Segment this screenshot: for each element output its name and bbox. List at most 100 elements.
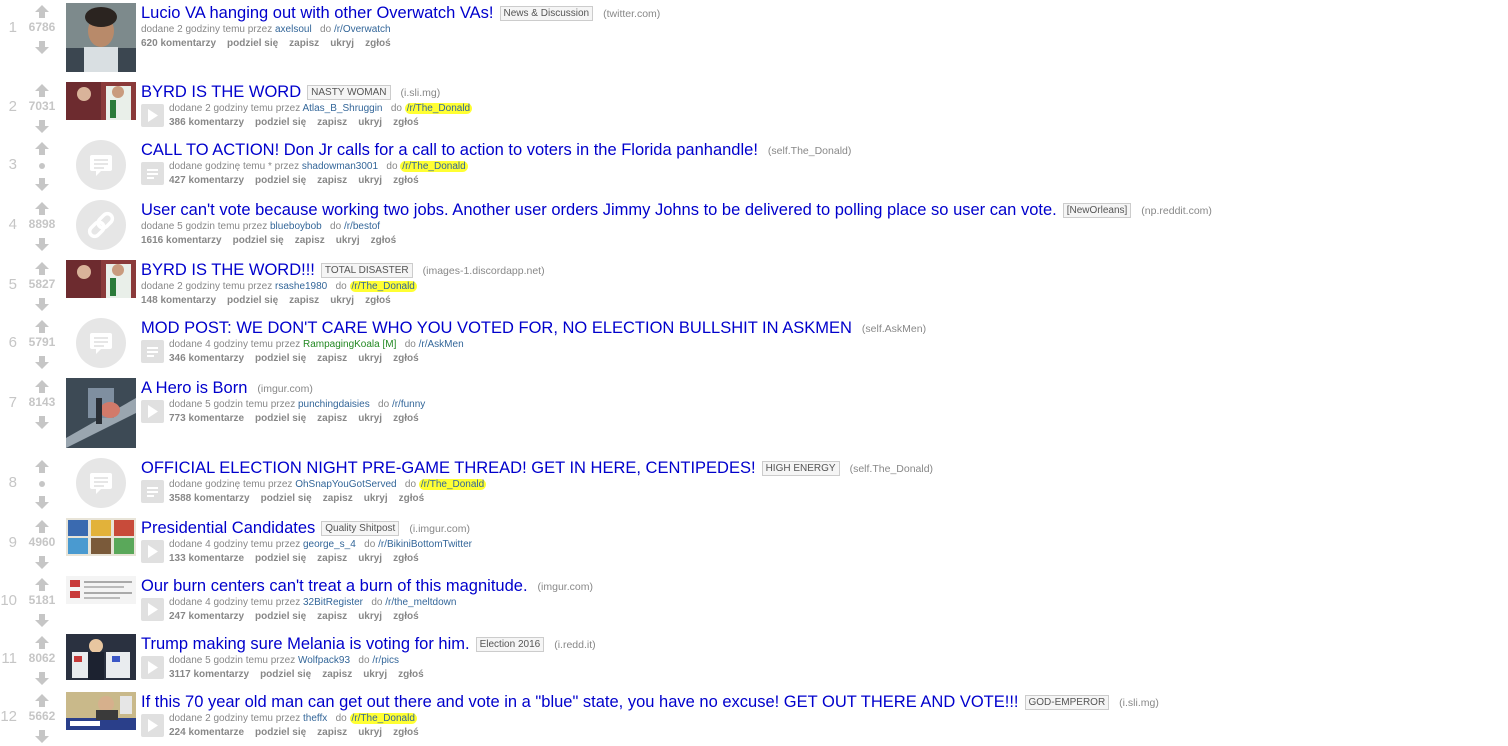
hide-button[interactable]: ukryj: [358, 353, 382, 364]
save-button[interactable]: zapisz: [317, 727, 347, 738]
hide-button[interactable]: ukryj: [358, 117, 382, 128]
share-button[interactable]: podziel się: [255, 353, 306, 364]
post-domain[interactable]: (np.reddit.com): [1141, 205, 1212, 217]
comments-button[interactable]: 620 komentarzy: [141, 38, 216, 49]
post-subreddit[interactable]: /r/The_Donald: [400, 161, 468, 172]
post-subreddit[interactable]: /r/the_meltdown: [385, 597, 456, 608]
upvote-arrow-icon[interactable]: [35, 202, 49, 215]
downvote-arrow-icon[interactable]: [35, 356, 49, 369]
post-domain[interactable]: (i.redd.it): [554, 639, 595, 651]
post-subreddit[interactable]: /r/AskMen: [419, 339, 464, 350]
upvote-arrow-icon[interactable]: [35, 380, 49, 393]
comments-button[interactable]: 3588 komentarzy: [169, 493, 250, 504]
hide-button[interactable]: ukryj: [358, 553, 382, 564]
comments-button[interactable]: 133 komentarze: [169, 553, 244, 564]
post-title[interactable]: Trump making sure Melania is voting for …: [141, 635, 470, 653]
save-button[interactable]: zapisz: [322, 669, 352, 680]
report-button[interactable]: zgłoś: [393, 553, 419, 564]
report-button[interactable]: zgłoś: [393, 611, 419, 622]
comments-button[interactable]: 386 komentarzy: [169, 117, 244, 128]
downvote-arrow-icon[interactable]: [35, 614, 49, 627]
post-domain[interactable]: (imgur.com): [538, 581, 593, 593]
post-domain[interactable]: (imgur.com): [257, 383, 312, 395]
hide-button[interactable]: ukryj: [330, 295, 354, 306]
post-author[interactable]: rsashe1980: [275, 281, 327, 292]
hide-button[interactable]: ukryj: [358, 611, 382, 622]
save-button[interactable]: zapisz: [317, 117, 347, 128]
post-thumbnail[interactable]: [66, 692, 136, 730]
comments-button[interactable]: 224 komentarze: [169, 727, 244, 738]
upvote-arrow-icon[interactable]: [35, 142, 49, 155]
hide-button[interactable]: ukryj: [336, 235, 360, 246]
share-button[interactable]: podziel się: [255, 413, 306, 424]
report-button[interactable]: zgłoś: [393, 117, 419, 128]
post-author[interactable]: blueboybob: [270, 221, 322, 232]
share-button[interactable]: podziel się: [255, 611, 306, 622]
report-button[interactable]: zgłoś: [393, 175, 419, 186]
post-author[interactable]: theffx: [303, 713, 327, 724]
share-button[interactable]: podziel się: [227, 38, 278, 49]
post-domain[interactable]: (i.sli.mg): [1119, 697, 1159, 709]
hide-button[interactable]: ukryj: [364, 493, 388, 504]
upvote-arrow-icon[interactable]: [35, 84, 49, 97]
report-button[interactable]: zgłoś: [371, 235, 397, 246]
save-button[interactable]: zapisz: [317, 353, 347, 364]
downvote-arrow-icon[interactable]: [35, 556, 49, 569]
share-button[interactable]: podziel się: [260, 669, 311, 680]
post-title[interactable]: BYRD IS THE WORD: [141, 83, 301, 101]
post-subreddit[interactable]: /r/BikiniBottomTwitter: [378, 539, 472, 550]
share-button[interactable]: podziel się: [233, 235, 284, 246]
share-button[interactable]: podziel się: [261, 493, 312, 504]
hide-button[interactable]: ukryj: [363, 669, 387, 680]
downvote-arrow-icon[interactable]: [35, 120, 49, 133]
post-domain[interactable]: (i.imgur.com): [409, 523, 470, 535]
upvote-arrow-icon[interactable]: [35, 520, 49, 533]
post-subreddit[interactable]: /r/The_Donald: [349, 713, 417, 724]
upvote-arrow-icon[interactable]: [35, 320, 49, 333]
post-title[interactable]: If this 70 year old man can get out ther…: [141, 693, 1019, 711]
post-subreddit[interactable]: /r/bestof: [344, 221, 380, 232]
report-button[interactable]: zgłoś: [399, 493, 425, 504]
upvote-arrow-icon[interactable]: [35, 460, 49, 473]
downvote-arrow-icon[interactable]: [35, 672, 49, 685]
comments-button[interactable]: 148 komentarzy: [141, 295, 216, 306]
post-title[interactable]: User can't vote because working two jobs…: [141, 201, 1057, 219]
post-thumbnail[interactable]: [66, 3, 136, 72]
report-button[interactable]: zgłoś: [393, 353, 419, 364]
post-domain[interactable]: (images-1.discordapp.net): [423, 265, 545, 277]
post-domain[interactable]: (i.sli.mg): [401, 87, 441, 99]
post-title[interactable]: BYRD IS THE WORD!!!: [141, 261, 315, 279]
save-button[interactable]: zapisz: [317, 413, 347, 424]
post-subreddit[interactable]: /r/The_Donald: [349, 281, 417, 292]
comments-button[interactable]: 247 komentarzy: [169, 611, 244, 622]
post-thumbnail[interactable]: [66, 378, 136, 448]
post-thumbnail[interactable]: [66, 82, 136, 120]
post-author[interactable]: punchingdaisies: [298, 399, 370, 410]
downvote-arrow-icon[interactable]: [35, 298, 49, 311]
comments-button[interactable]: 1616 komentarzy: [141, 235, 222, 246]
comments-button[interactable]: 346 komentarzy: [169, 353, 244, 364]
self-post-thumbnail-icon[interactable]: [76, 318, 126, 368]
post-author[interactable]: 32BitRegister: [303, 597, 363, 608]
share-button[interactable]: podziel się: [255, 727, 306, 738]
post-author[interactable]: Atlas_B_Shruggin: [302, 103, 382, 114]
save-button[interactable]: zapisz: [323, 493, 353, 504]
save-button[interactable]: zapisz: [317, 553, 347, 564]
report-button[interactable]: zgłoś: [393, 413, 419, 424]
self-post-thumbnail-icon[interactable]: [76, 458, 126, 508]
post-thumbnail[interactable]: [66, 518, 136, 556]
post-domain[interactable]: (self.AskMen): [862, 323, 926, 335]
post-subreddit[interactable]: /r/The_Donald: [404, 103, 473, 114]
upvote-arrow-icon[interactable]: [35, 5, 49, 18]
comments-button[interactable]: 427 komentarzy: [169, 175, 244, 186]
save-button[interactable]: zapisz: [317, 611, 347, 622]
post-author[interactable]: axelsoul: [275, 24, 312, 35]
share-button[interactable]: podziel się: [227, 295, 278, 306]
hide-button[interactable]: ukryj: [358, 727, 382, 738]
post-domain[interactable]: (self.The_Donald): [850, 463, 933, 475]
report-button[interactable]: zgłoś: [365, 38, 391, 49]
upvote-arrow-icon[interactable]: [35, 636, 49, 649]
link-thumbnail-icon[interactable]: [76, 200, 126, 250]
post-domain[interactable]: (twitter.com): [603, 8, 660, 20]
comments-button[interactable]: 773 komentarze: [169, 413, 244, 424]
